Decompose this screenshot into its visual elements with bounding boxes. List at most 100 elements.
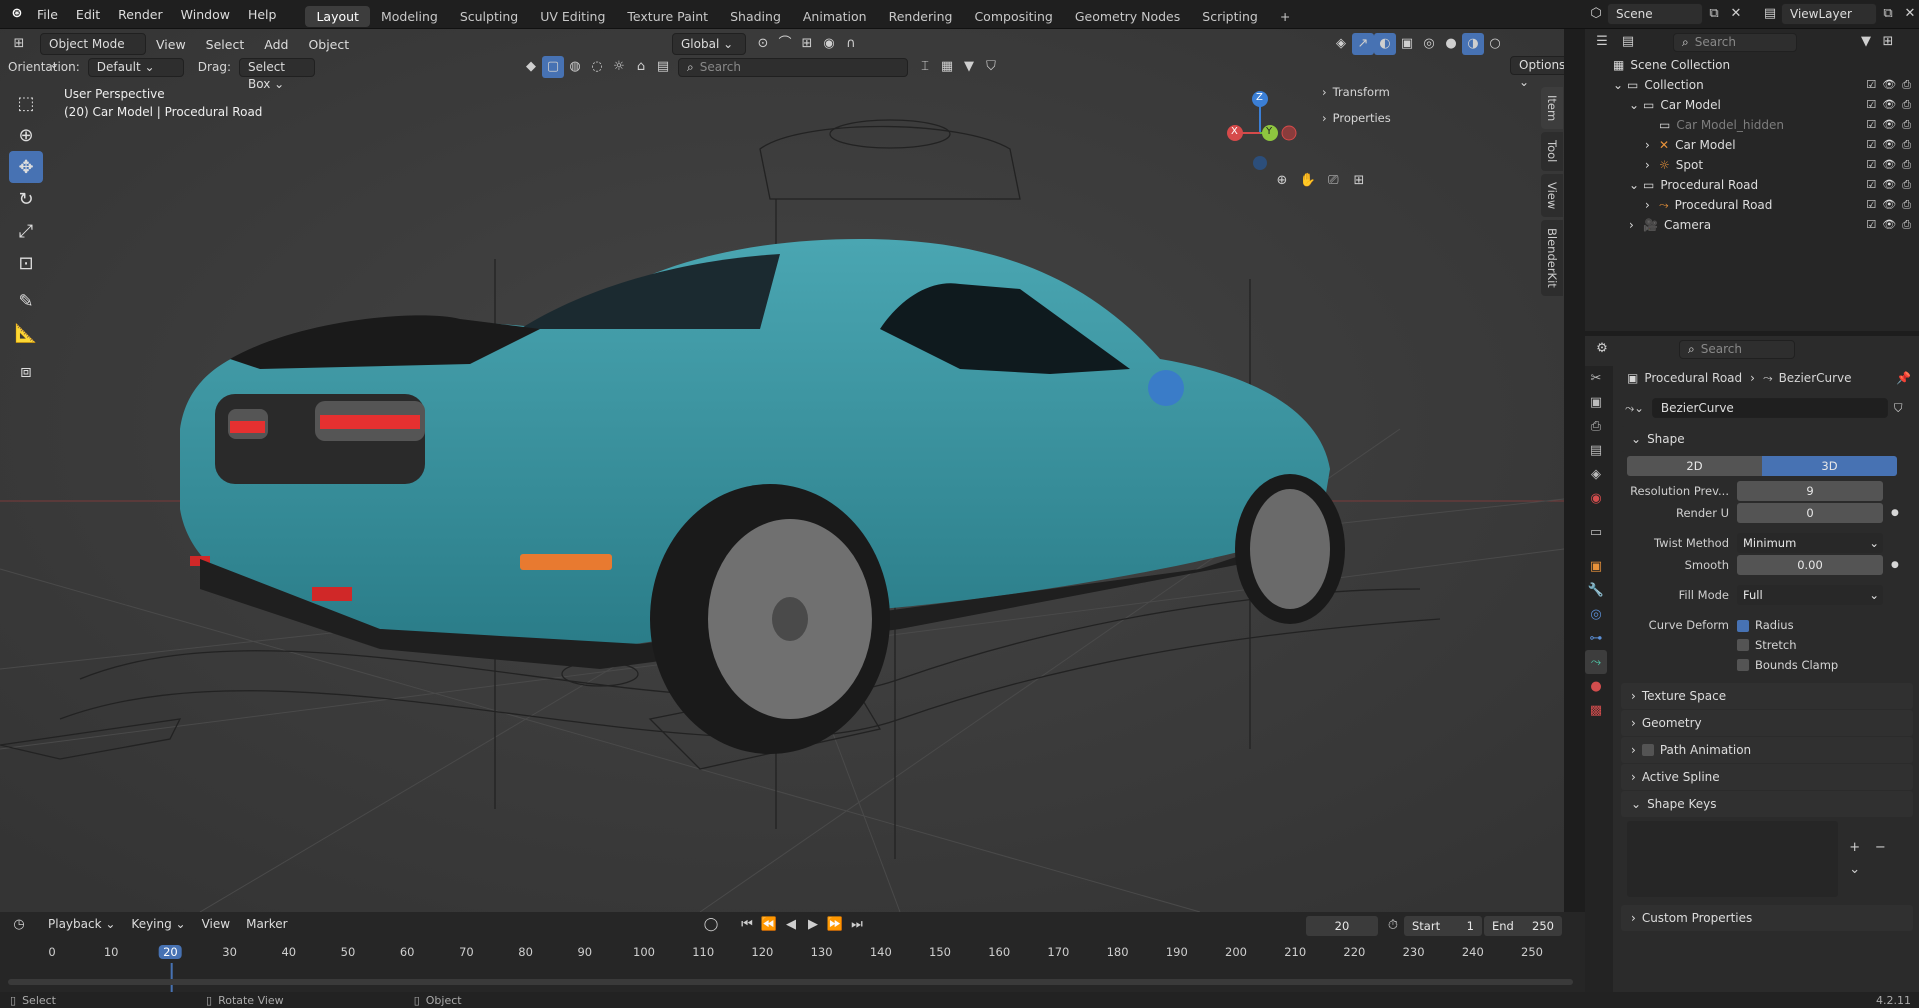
menu-edit[interactable]: Edit xyxy=(67,0,109,29)
checkbox-icon[interactable]: ☑ xyxy=(1866,178,1876,191)
checkbox-icon[interactable]: ☑ xyxy=(1866,158,1876,171)
resolution-field[interactable]: 9 xyxy=(1737,481,1883,501)
current-frame-field[interactable]: 20 xyxy=(1306,916,1378,936)
menu-help[interactable]: Help xyxy=(239,0,286,29)
lights-filter-icon[interactable]: ☼ xyxy=(608,56,630,78)
eye-icon[interactable]: 👁 xyxy=(1882,98,1896,111)
keyframe-dot-icon[interactable]: ● xyxy=(1891,508,1899,518)
radius-checkbox[interactable]: Radius xyxy=(1737,618,1794,632)
frame-ruler[interactable]: 0 10 20 30 40 50 60 70 80 90 100 110 120 130 140 150 160… xyxy=(0,945,1580,995)
tab-shading[interactable]: Shading xyxy=(719,6,792,27)
camera-render-icon[interactable]: ⎙ xyxy=(1902,78,1911,91)
camera-render-icon[interactable]: ⎙ xyxy=(1902,218,1911,231)
twist-dropdown[interactable]: Minimum ⌄ xyxy=(1737,533,1883,553)
dim-2d-button[interactable]: 2D xyxy=(1627,456,1762,476)
path-animation-panel[interactable]: › Path Animation xyxy=(1621,737,1913,763)
expander-icon[interactable]: ⌄ xyxy=(1629,98,1643,112)
shape-keys-list[interactable] xyxy=(1627,821,1838,897)
measure-tool-icon[interactable]: 📐 xyxy=(9,317,43,349)
scale-tool-icon[interactable]: ⤢ xyxy=(9,215,43,247)
menu-render[interactable]: Render xyxy=(109,0,172,29)
tab-rendering[interactable]: Rendering xyxy=(878,6,964,27)
expander-icon[interactable]: › xyxy=(1629,218,1643,232)
dim-3d-button[interactable]: 3D xyxy=(1762,456,1897,476)
end-frame-field[interactable]: End 250 xyxy=(1484,916,1562,936)
move-tool-icon[interactable]: ✥ xyxy=(9,151,43,183)
stretch-checkbox[interactable]: Stretch xyxy=(1737,635,1907,655)
viewport-menu-select[interactable]: Select xyxy=(196,37,255,52)
new-scene-icon[interactable]: ⧉ xyxy=(1703,3,1725,25)
pivot-icon[interactable]: ⊙ xyxy=(752,33,774,55)
falloff-icon[interactable]: ∩ xyxy=(840,33,862,55)
n-tab-view[interactable]: View xyxy=(1541,173,1563,217)
outliner-row[interactable]: ▭ Car Model_hidden ☑ 👁 ⎙ xyxy=(1585,115,1919,135)
auto-key-icon[interactable]: ◯ xyxy=(700,914,722,936)
particles-tab-icon[interactable]: ◎ xyxy=(1585,602,1607,626)
fake-user-shield-icon[interactable]: ⛉ xyxy=(1894,401,1903,416)
view-layer-field[interactable]: ViewLayer xyxy=(1781,3,1877,25)
datablock-name-field[interactable]: BezierCurve xyxy=(1651,398,1888,418)
smooth-field[interactable]: 0.00 xyxy=(1737,555,1883,575)
constraints-tab-icon[interactable]: ⊶ xyxy=(1585,626,1607,650)
n-tab-item[interactable]: Item xyxy=(1541,87,1563,130)
play-icon[interactable]: ▶ xyxy=(802,914,824,936)
mesh-filter-icon[interactable]: ◍ xyxy=(564,56,586,78)
playback-menu[interactable]: Playback ⌄ xyxy=(40,914,123,936)
curve-data-tab-icon[interactable]: ⤳ xyxy=(1585,650,1607,674)
n-tab-blenderkit[interactable]: BlenderKit xyxy=(1541,219,1563,296)
eye-icon[interactable]: 👁 xyxy=(1882,198,1896,211)
mode-dropdown[interactable]: Object Mode ⌄ xyxy=(40,33,146,71)
start-frame-field[interactable]: Start 1 xyxy=(1404,916,1482,936)
add-cube-tool-icon[interactable]: ⧈ xyxy=(9,355,43,387)
texture-tab-icon[interactable]: ▩ xyxy=(1585,698,1607,722)
editor-type-icon[interactable]: ⊞ xyxy=(8,33,30,55)
jump-end-icon[interactable]: ⏭ xyxy=(846,914,868,936)
expander-icon[interactable]: ⌄ xyxy=(1613,78,1627,92)
eye-icon[interactable]: 👁 xyxy=(1882,158,1896,171)
prev-keyframe-icon[interactable]: ⏪ xyxy=(758,914,780,936)
outliner-scene-collection[interactable]: ▦ Scene Collection xyxy=(1585,55,1919,75)
camera-render-icon[interactable]: ⎙ xyxy=(1902,178,1911,191)
outliner-row[interactable]: › ☼ Spot ☑ 👁 ⎙ xyxy=(1585,155,1919,175)
camera-render-icon[interactable]: ⎙ xyxy=(1902,98,1911,111)
expander-icon[interactable]: › xyxy=(1645,138,1659,152)
visibility-icon[interactable]: ◈ xyxy=(1330,33,1352,55)
tab-sculpting[interactable]: Sculpting xyxy=(449,6,529,27)
curve-datablock-icon[interactable]: ⤳⌄ xyxy=(1625,401,1644,416)
overlays-icon[interactable]: ◐ xyxy=(1374,33,1396,55)
jump-start-icon[interactable]: ⏮ xyxy=(736,914,758,936)
properties-editor-icon[interactable]: ⚙ xyxy=(1591,338,1613,360)
viewport-menu-add[interactable]: Add xyxy=(254,37,298,52)
checkbox-icon[interactable]: ☑ xyxy=(1866,98,1876,111)
shape-key-menu-icon[interactable]: ⌄ xyxy=(1844,859,1866,881)
wireframe-shading-icon[interactable]: ◎ xyxy=(1418,33,1440,55)
keying-menu[interactable]: Keying ⌄ xyxy=(123,914,193,936)
eye-icon[interactable]: 👁 xyxy=(1882,178,1896,191)
timeline-scrollbar[interactable] xyxy=(8,979,1573,985)
delete-scene-icon[interactable]: ✕ xyxy=(1725,3,1747,25)
outliner-row[interactable]: ⌄ ▭ Car Model ☑ 👁 ⎙ xyxy=(1585,95,1919,115)
other-filter-icon[interactable]: ▤ xyxy=(652,56,674,78)
modifier-tab-icon[interactable]: 🔧 xyxy=(1585,578,1607,602)
transform-orientation-dropdown[interactable]: Global ⌄ xyxy=(672,33,746,55)
outliner-row[interactable]: ⌄ ▭ Collection ☑ 👁 ⎙ xyxy=(1585,75,1919,95)
scene-tab-icon[interactable]: ◈ xyxy=(1585,462,1607,486)
menu-file[interactable]: File xyxy=(28,0,67,29)
checkbox-icon[interactable]: ☑ xyxy=(1866,198,1876,211)
pan-hand-icon[interactable]: ✋ xyxy=(1297,170,1319,192)
snap-target-icon[interactable]: ⊞ xyxy=(796,33,818,55)
tab-scripting[interactable]: Scripting xyxy=(1191,6,1269,27)
transform-tool-icon[interactable]: ⊡ xyxy=(9,247,43,279)
outliner-row[interactable]: ⌄ ▭ Procedural Road ☑ 👁 ⎙ xyxy=(1585,175,1919,195)
camera-filter-icon[interactable]: ⌂ xyxy=(630,56,652,78)
view-layer-tab-icon[interactable]: ▤ xyxy=(1585,438,1607,462)
render-tab-icon[interactable]: ▣ xyxy=(1585,390,1607,414)
new-view-layer-icon[interactable]: ⧉ xyxy=(1877,3,1899,25)
viewport-menu-view[interactable]: View xyxy=(146,37,196,52)
add-shape-key-icon[interactable]: + xyxy=(1844,837,1866,859)
checkbox-icon[interactable]: ☑ xyxy=(1866,218,1876,231)
cursor-tool-icon[interactable]: ⊕ xyxy=(9,119,43,151)
orientation-dropdown[interactable]: Default ⌄ xyxy=(87,57,184,77)
scene-field[interactable]: Scene xyxy=(1607,3,1703,25)
checkbox-icon[interactable]: ☑ xyxy=(1866,78,1876,91)
